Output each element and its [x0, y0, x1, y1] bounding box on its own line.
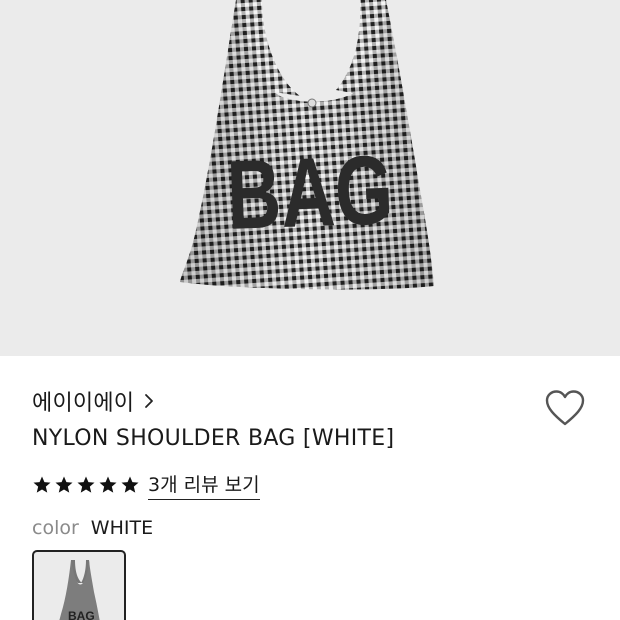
swatch-print-text: BAG: [68, 609, 95, 620]
product-image: BAG: [0, 0, 620, 356]
brand-name: 에이이에이: [32, 391, 135, 416]
gingham-bag-illustration: BAG: [180, 0, 434, 290]
star-filled-icon: [77, 476, 95, 493]
rating-row: 3개 리뷰 보기: [32, 470, 260, 500]
star-filled-icon: [99, 476, 117, 493]
bag-print-text: BAG: [225, 134, 395, 250]
swatch-thumbnail-image: BAG: [59, 560, 100, 620]
star-filled-icon: [33, 476, 51, 493]
star-filled-icon: [55, 476, 73, 493]
chevron-right-icon: [145, 394, 154, 408]
view-reviews-link[interactable]: 3개 리뷰 보기: [148, 470, 260, 500]
star-rating: [32, 475, 140, 495]
brand-link[interactable]: 에이이에이: [32, 384, 154, 418]
heart-outline-icon[interactable]: [544, 388, 586, 428]
star-filled-icon: [121, 476, 139, 493]
option-label: color: [32, 517, 79, 539]
product-title: NYLON SHOULDER BAG [WHITE]: [32, 426, 395, 451]
option-value: WHITE: [90, 517, 154, 539]
color-swatch-white[interactable]: BAG: [32, 550, 126, 620]
product-detail-page: BAG 에이이에이 NYLON SHOULDER BAG [WHITE] 3개 …: [0, 0, 620, 620]
color-option: color WHITE: [32, 517, 153, 539]
